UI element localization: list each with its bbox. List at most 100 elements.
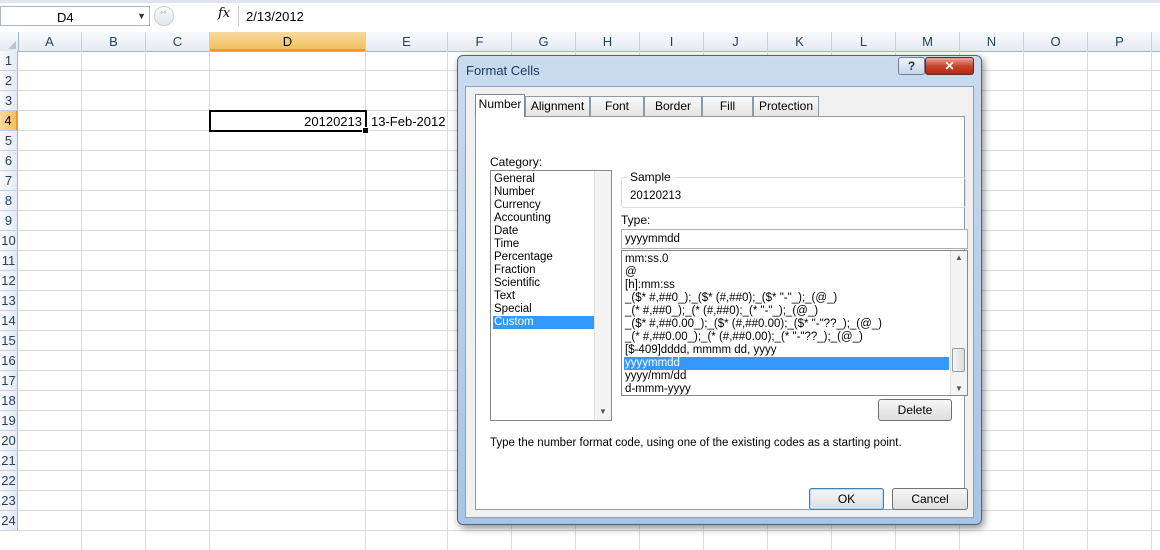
format-list-scrollbar[interactable]: ▲ ▼ — [950, 251, 967, 395]
category-item-general[interactable]: General — [493, 173, 595, 186]
row-header-19[interactable]: 19 — [0, 411, 18, 431]
tab-alignment[interactable]: Alignment — [525, 96, 590, 116]
column-header-p[interactable]: P — [1088, 32, 1152, 51]
row-header-11[interactable]: 11 — [0, 251, 18, 271]
tab-protection[interactable]: Protection — [753, 96, 819, 116]
column-header-o[interactable]: O — [1024, 32, 1088, 51]
row-header-1[interactable]: 1 — [0, 51, 18, 71]
close-button[interactable]: ✕ — [925, 57, 974, 75]
format-code-item[interactable]: _(* #,##0_);_(* (#,##0);_(* "-"_);_(@_) — [624, 305, 949, 318]
row-header-5[interactable]: 5 — [0, 131, 18, 151]
tab-border[interactable]: Border — [644, 96, 702, 116]
row-header-12[interactable]: 12 — [0, 271, 18, 291]
column-header-l[interactable]: L — [832, 32, 896, 51]
column-header-g[interactable]: G — [512, 32, 576, 51]
column-header-j[interactable]: J — [704, 32, 768, 51]
row-header-10[interactable]: 10 — [0, 231, 18, 251]
category-list[interactable]: General Number Currency Accounting Date Time P… — [490, 170, 612, 421]
row-header-15[interactable]: 15 — [0, 331, 18, 351]
row-header-16[interactable]: 16 — [0, 351, 18, 371]
column-header-d[interactable]: D — [210, 32, 366, 51]
format-code-item[interactable]: _($* #,##0_);_($* (#,##0);_($* "-"_);_(@… — [624, 292, 949, 305]
column-gridline — [1087, 51, 1088, 550]
format-code-item[interactable]: d-mmm-yyyy — [624, 383, 949, 395]
delete-button-label: Delete — [897, 403, 933, 417]
scroll-up-icon[interactable]: ▲ — [955, 253, 963, 262]
name-box[interactable]: D4 ▼ — [0, 6, 150, 26]
format-code-item[interactable]: mm:ss.0 — [624, 253, 949, 266]
row-header-18[interactable]: 18 — [0, 391, 18, 411]
delete-button[interactable]: Delete — [878, 399, 952, 421]
scrollbar-thumb[interactable] — [952, 348, 965, 372]
category-item-scientific[interactable]: Scientific — [493, 277, 595, 290]
row-header-17[interactable]: 17 — [0, 371, 18, 391]
row-header-21[interactable]: 21 — [0, 451, 18, 471]
column-header-f[interactable]: F — [448, 32, 512, 51]
row-header-20[interactable]: 20 — [0, 431, 18, 451]
category-item-date[interactable]: Date — [493, 225, 595, 238]
fill-handle[interactable] — [362, 127, 369, 134]
format-code-item[interactable]: [h]:mm:ss — [624, 279, 949, 292]
format-code-list[interactable]: mm:ss.0 @ [h]:mm:ss _($* #,##0_);_($* (#,##… — [621, 250, 968, 396]
category-scrollbar[interactable]: ▼ — [594, 171, 611, 420]
row-header-3[interactable]: 3 — [0, 91, 18, 111]
tab-alignment-label: Alignment — [530, 99, 585, 113]
column-header-b[interactable]: B — [82, 32, 146, 51]
row-header-2[interactable]: 2 — [0, 71, 18, 91]
formula-bar-grip[interactable]: ◦◦ — [154, 6, 174, 26]
format-code-item[interactable]: @ — [624, 266, 949, 279]
column-header-h[interactable]: H — [576, 32, 640, 51]
formula-input[interactable]: 2/13/2012 — [238, 6, 1160, 26]
format-code-item[interactable]: _($* #,##0.00_);_($* (#,##0.00);_($* "-"… — [624, 318, 949, 331]
row-header-24[interactable]: 24 — [0, 511, 18, 531]
row-header-23[interactable]: 23 — [0, 491, 18, 511]
scroll-down-icon[interactable]: ▼ — [599, 407, 607, 416]
format-code-item[interactable]: _(* #,##0.00_);_(* (#,##0.00);_(* "-"??_… — [624, 331, 949, 344]
category-item-fraction[interactable]: Fraction — [493, 264, 595, 277]
tab-font-label: Font — [604, 99, 629, 113]
row-header-22[interactable]: 22 — [0, 471, 18, 491]
column-header-k[interactable]: K — [768, 32, 832, 51]
row-header-8[interactable]: 8 — [0, 191, 18, 211]
tab-font[interactable]: Font — [590, 96, 644, 116]
category-item-number[interactable]: Number — [493, 186, 595, 199]
column-header-c[interactable]: C — [146, 32, 210, 51]
tab-fill[interactable]: Fill — [702, 96, 753, 116]
column-header-m[interactable]: M — [896, 32, 960, 51]
format-code-item[interactable]: yyyymmdd — [624, 357, 949, 370]
row-header-7[interactable]: 7 — [0, 171, 18, 191]
sample-value: 20120213 — [630, 190, 682, 202]
category-item-special[interactable]: Special — [493, 303, 595, 316]
format-code-item[interactable]: [$-409]dddd, mmmm dd, yyyy — [624, 344, 949, 357]
chevron-down-icon[interactable]: ▼ — [137, 11, 146, 21]
tab-number[interactable]: Number — [475, 94, 525, 117]
type-input[interactable]: yyyymmdd — [621, 229, 968, 249]
category-item-accounting[interactable]: Accounting — [493, 212, 595, 225]
row-header-9[interactable]: 9 — [0, 211, 18, 231]
row-header-4[interactable]: 4 — [0, 111, 18, 131]
row-header-14[interactable]: 14 — [0, 311, 18, 331]
column-header-a[interactable]: A — [18, 32, 82, 51]
cell-d4[interactable]: 20120213 — [209, 110, 369, 134]
scroll-down-icon[interactable]: ▼ — [955, 384, 963, 393]
insert-function-icon[interactable]: fx — [218, 6, 230, 21]
category-item-time[interactable]: Time — [493, 238, 595, 251]
column-header-i[interactable]: I — [640, 32, 704, 51]
column-header-n[interactable]: N — [960, 32, 1024, 51]
ok-button[interactable]: OK — [809, 488, 884, 510]
cancel-button[interactable]: Cancel — [892, 488, 968, 510]
sample-label: Sample — [627, 170, 674, 184]
format-code-item[interactable]: yyyy/mm/dd — [624, 370, 949, 383]
select-all-corner[interactable] — [0, 32, 19, 51]
category-item-percentage[interactable]: Percentage — [493, 251, 595, 264]
category-item-custom[interactable]: Custom — [493, 316, 595, 329]
category-item-text[interactable]: Text — [493, 290, 595, 303]
cell-e4-value[interactable]: 13-Feb-2012 — [371, 114, 445, 129]
help-button[interactable]: ? — [898, 57, 925, 75]
category-item-currency[interactable]: Currency — [493, 199, 595, 212]
row-header-13[interactable]: 13 — [0, 291, 18, 311]
number-tab-panel: Category: General Number Currency Accountin… — [475, 116, 968, 510]
row-header-6[interactable]: 6 — [0, 151, 18, 171]
dialog-body: Number Alignment Font Border Fill Protec… — [465, 86, 974, 518]
column-header-e[interactable]: E — [366, 32, 448, 51]
